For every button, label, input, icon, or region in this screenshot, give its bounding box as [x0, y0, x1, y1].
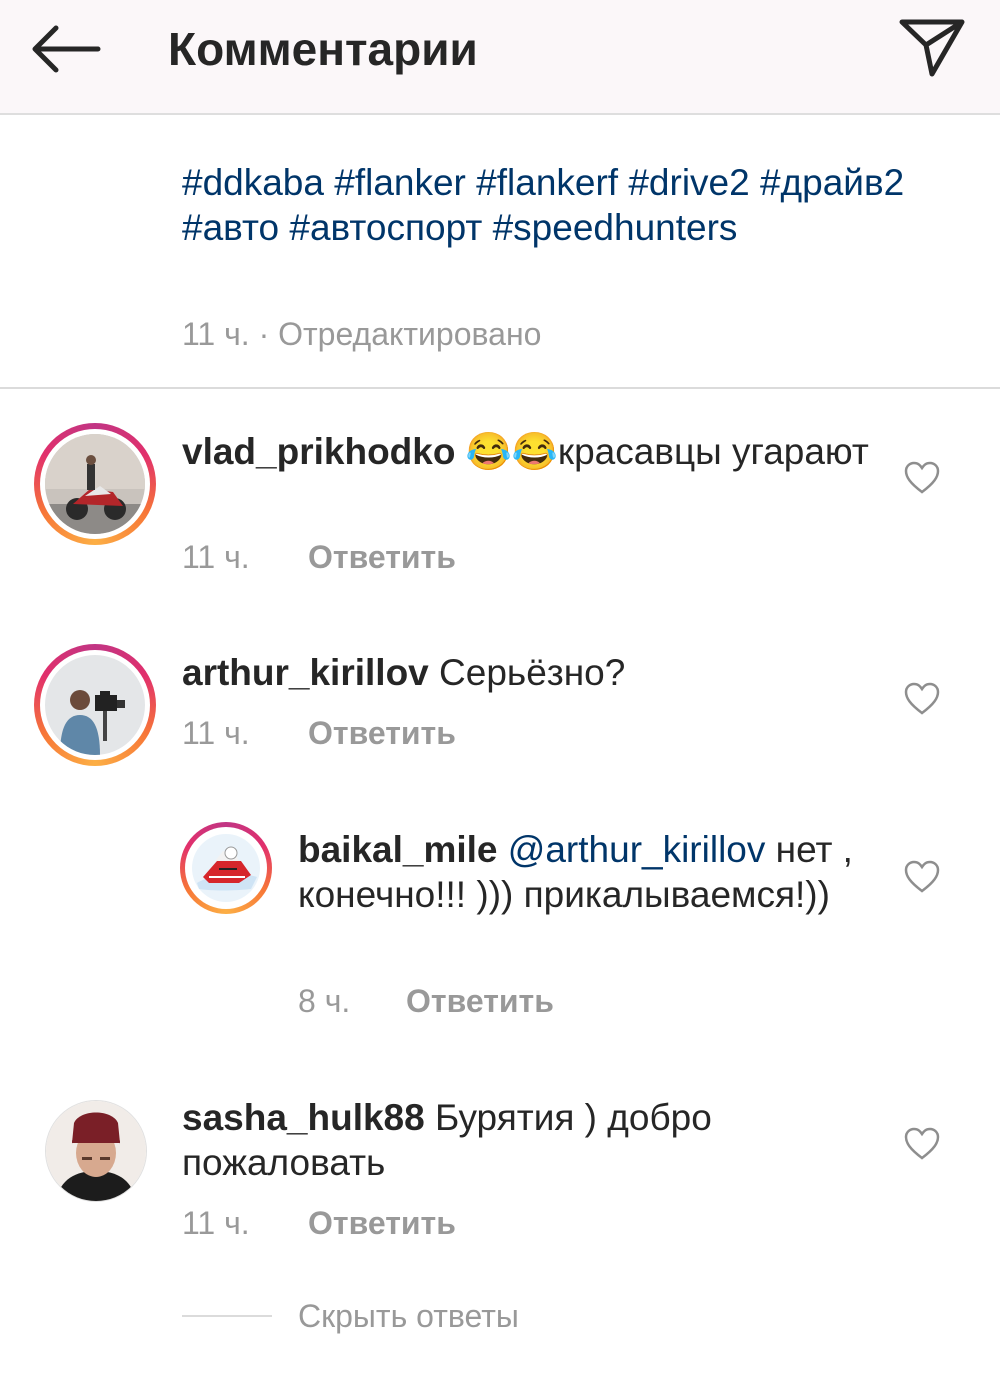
caption-edited: Отредактировано — [278, 316, 542, 352]
reply-time: 8 ч. — [298, 983, 351, 1019]
comment-time: 11 ч. — [182, 539, 250, 575]
reply-mention[interactable]: @arthur_kirillov — [508, 829, 766, 870]
paper-plane-icon[interactable] — [896, 14, 968, 80]
avatar-story-ring[interactable] — [34, 423, 156, 545]
comment-text: arthur_kirillov Серьёзно? — [182, 650, 872, 695]
heart-icon[interactable] — [904, 682, 940, 716]
avatar-story-ring[interactable] — [180, 822, 272, 914]
avatar[interactable] — [189, 831, 263, 905]
avatar-story-ring[interactable] — [34, 644, 156, 766]
caption-meta: 11 ч. · Отредактировано — [182, 312, 541, 356]
avatar[interactable] — [45, 655, 145, 755]
heart-icon[interactable] — [904, 1127, 940, 1161]
reply-button[interactable]: Ответить — [308, 1203, 456, 1243]
reply-button[interactable]: Ответить — [308, 537, 456, 577]
top-bar: Комментарии — [0, 0, 1000, 115]
comment-username[interactable]: vlad_prikhodko — [182, 431, 455, 472]
comment-body: красавцы угарают — [557, 431, 869, 472]
comment-time: 11 ч. — [182, 715, 250, 751]
comment-username[interactable]: arthur_kirillov — [182, 652, 429, 693]
avatar[interactable] — [45, 1100, 147, 1202]
hide-replies-button[interactable]: Скрыть ответы — [298, 1296, 519, 1336]
page-title: Комментарии — [168, 23, 478, 75]
reply-button[interactable]: Ответить — [406, 981, 554, 1021]
comment-text: vlad_prikhodko 😂😂красавцы угарают — [182, 429, 872, 474]
heart-icon[interactable] — [904, 461, 940, 495]
reply-username[interactable]: baikal_mile — [298, 829, 498, 870]
post-caption[interactable]: #ddkaba #flanker #flankerf #drive2 #драй… — [182, 160, 942, 250]
comment-text: sasha_hulk88 Бурятия ) добро пожаловать — [182, 1095, 872, 1185]
comment-body: Серьёзно? — [439, 652, 626, 693]
divider — [0, 387, 1000, 389]
avatar[interactable] — [45, 434, 145, 534]
arrow-left-icon[interactable] — [28, 22, 104, 76]
comment-emoji: 😂😂 — [465, 431, 558, 472]
hide-replies-line — [182, 1315, 272, 1317]
reply-button[interactable]: Ответить — [308, 713, 456, 753]
comment-time: 11 ч. — [182, 1205, 250, 1241]
caption-separator: · — [249, 316, 279, 352]
comment-username[interactable]: sasha_hulk88 — [182, 1097, 425, 1138]
heart-icon[interactable] — [904, 860, 940, 894]
caption-time: 11 ч. — [182, 316, 250, 352]
reply-text: baikal_mile @arthur_kirillov нет , конеч… — [298, 827, 858, 917]
